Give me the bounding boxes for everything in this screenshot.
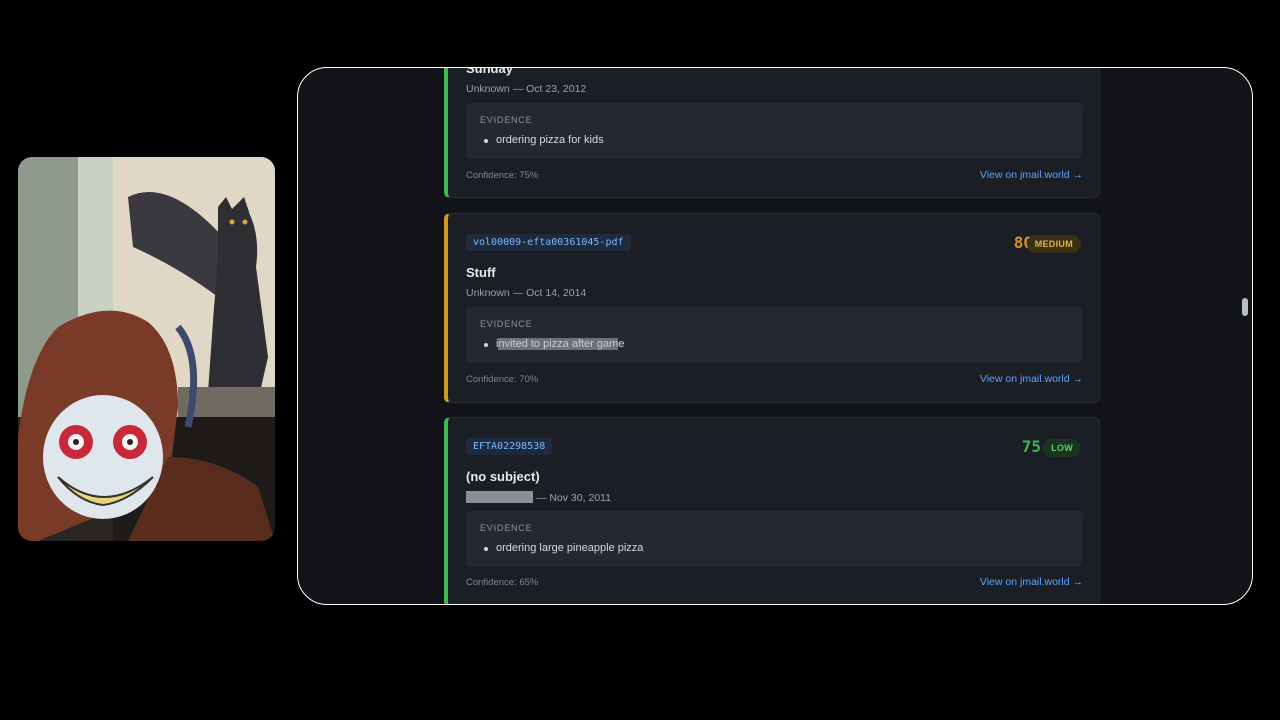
severity-badge: LOW xyxy=(1043,439,1081,457)
view-on-jmail-link[interactable]: View on jmail.world → xyxy=(980,169,1083,181)
evidence-item[interactable]: invited to pizza after game xyxy=(483,338,624,350)
scrollbar[interactable] xyxy=(1242,68,1248,604)
document-id-tag[interactable]: EFTA02298538 xyxy=(466,438,553,455)
result-card: vol00009-efta00361045-pdf 80 MEDIUM Stuf… xyxy=(444,213,1100,403)
evidence-label: EVIDENCE xyxy=(480,319,533,329)
score-value: 75 xyxy=(1021,437,1041,456)
browser-window: Sunday Unknown — Oct 23, 2012 EVIDENCE o… xyxy=(297,67,1253,605)
scrollbar-thumb[interactable] xyxy=(1242,298,1248,316)
confidence-text: Confidence: 65% xyxy=(466,577,539,588)
card-date: Nov 30, 2011 xyxy=(549,492,612,504)
severity-badge: MEDIUM xyxy=(1026,235,1081,253)
card-sender: Unknown xyxy=(466,83,510,95)
card-meta: Unknown — Oct 23, 2012 xyxy=(466,83,587,95)
card-meta: Unknown — Oct 14, 2014 xyxy=(466,287,587,299)
webcam-image xyxy=(18,157,275,541)
card-sender: Unknown xyxy=(466,287,510,299)
card-subject: Stuff xyxy=(466,265,496,280)
evidence-item: ordering large pineapple pizza xyxy=(483,542,644,554)
evidence-box: EVIDENCE ordering large pineapple pizza xyxy=(466,511,1082,567)
card-subject: Sunday xyxy=(466,67,513,76)
webcam-overlay xyxy=(18,157,275,541)
card-meta: — Nov 30, 2011 xyxy=(466,491,611,504)
card-date: Oct 14, 2014 xyxy=(526,287,587,299)
evidence-item: ordering pizza for kids xyxy=(484,134,604,146)
evidence-box: EVIDENCE invited to pizza after game xyxy=(466,307,1082,363)
view-on-jmail-link[interactable]: View on jmail.world → xyxy=(980,373,1083,385)
card-date: Oct 23, 2012 xyxy=(526,83,587,95)
result-card: EFTA02298538 75 LOW (no subject) — Nov 3… xyxy=(444,417,1100,604)
evidence-label: EVIDENCE xyxy=(480,523,533,533)
view-on-jmail-link[interactable]: View on jmail.world → xyxy=(980,576,1083,588)
confidence-text: Confidence: 75% xyxy=(466,170,539,181)
redacted-sender xyxy=(466,491,533,503)
card-subject: (no subject) xyxy=(466,469,540,484)
result-card: Sunday Unknown — Oct 23, 2012 EVIDENCE o… xyxy=(444,67,1100,198)
evidence-label: EVIDENCE xyxy=(480,115,533,125)
document-id-tag[interactable]: vol00009-efta00361045-pdf xyxy=(466,234,631,251)
evidence-box: EVIDENCE ordering pizza for kids xyxy=(466,103,1082,159)
text-selection: nvited to pizza after gam xyxy=(498,338,619,350)
confidence-text: Confidence: 70% xyxy=(466,374,539,385)
